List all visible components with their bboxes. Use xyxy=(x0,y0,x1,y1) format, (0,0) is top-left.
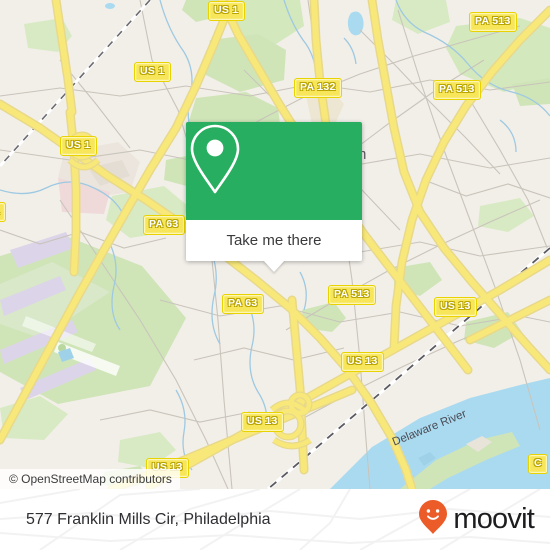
road-shield-us-13-mid[interactable]: US 13 xyxy=(341,352,384,372)
road-shield-us-1-left[interactable]: US 1 xyxy=(60,136,97,156)
road-shield-us-1-upper[interactable]: US 1 xyxy=(134,62,171,82)
address-label: 577 Franklin Mills Cir, Philadelphia xyxy=(26,510,271,528)
popup-pointer xyxy=(263,260,285,272)
pond-small-1 xyxy=(105,3,115,9)
moovit-smiley-pin-icon xyxy=(418,499,448,540)
road-shield-us-1-top[interactable]: US 1 xyxy=(208,1,245,21)
moovit-wordmark: moovit xyxy=(453,503,534,535)
road-shield-pa-63-lower[interactable]: PA 63 xyxy=(222,294,264,314)
moovit-logo[interactable]: moovit xyxy=(418,499,535,540)
footer-bar: 577 Franklin Mills Cir, Philadelphia moo… xyxy=(0,489,550,550)
popup-pin-area xyxy=(186,122,362,220)
take-me-there-popup[interactable]: Take me there xyxy=(186,122,362,272)
road-shield-us-13-lower[interactable]: US 13 xyxy=(241,412,284,432)
map-canvas[interactable]: lem Delaware River US 1 PA 513 US 1 PA 1… xyxy=(0,0,550,489)
road-shield-pa-132[interactable]: PA 132 xyxy=(294,78,342,98)
take-me-there-label: Take me there xyxy=(226,232,322,249)
road-shield-pa-513-topright[interactable]: PA 513 xyxy=(469,12,517,32)
map-screenshot: lem Delaware River US 1 PA 513 US 1 PA 1… xyxy=(0,0,550,550)
road-shield-edge-left[interactable]: 1 xyxy=(0,202,7,222)
road-shield-pa-63-upper[interactable]: PA 63 xyxy=(143,215,185,235)
osm-attribution[interactable]: © OpenStreetMap contributors xyxy=(0,469,180,489)
road-shield-pa-513-mid[interactable]: PA 513 xyxy=(328,285,376,305)
road-shield-pa-513-upper[interactable]: PA 513 xyxy=(433,80,481,100)
popup-action-bar[interactable]: Take me there xyxy=(186,220,362,272)
road-shield-edge-right[interactable]: C xyxy=(528,454,548,474)
road-shield-us-13-right[interactable]: US 13 xyxy=(434,297,477,317)
